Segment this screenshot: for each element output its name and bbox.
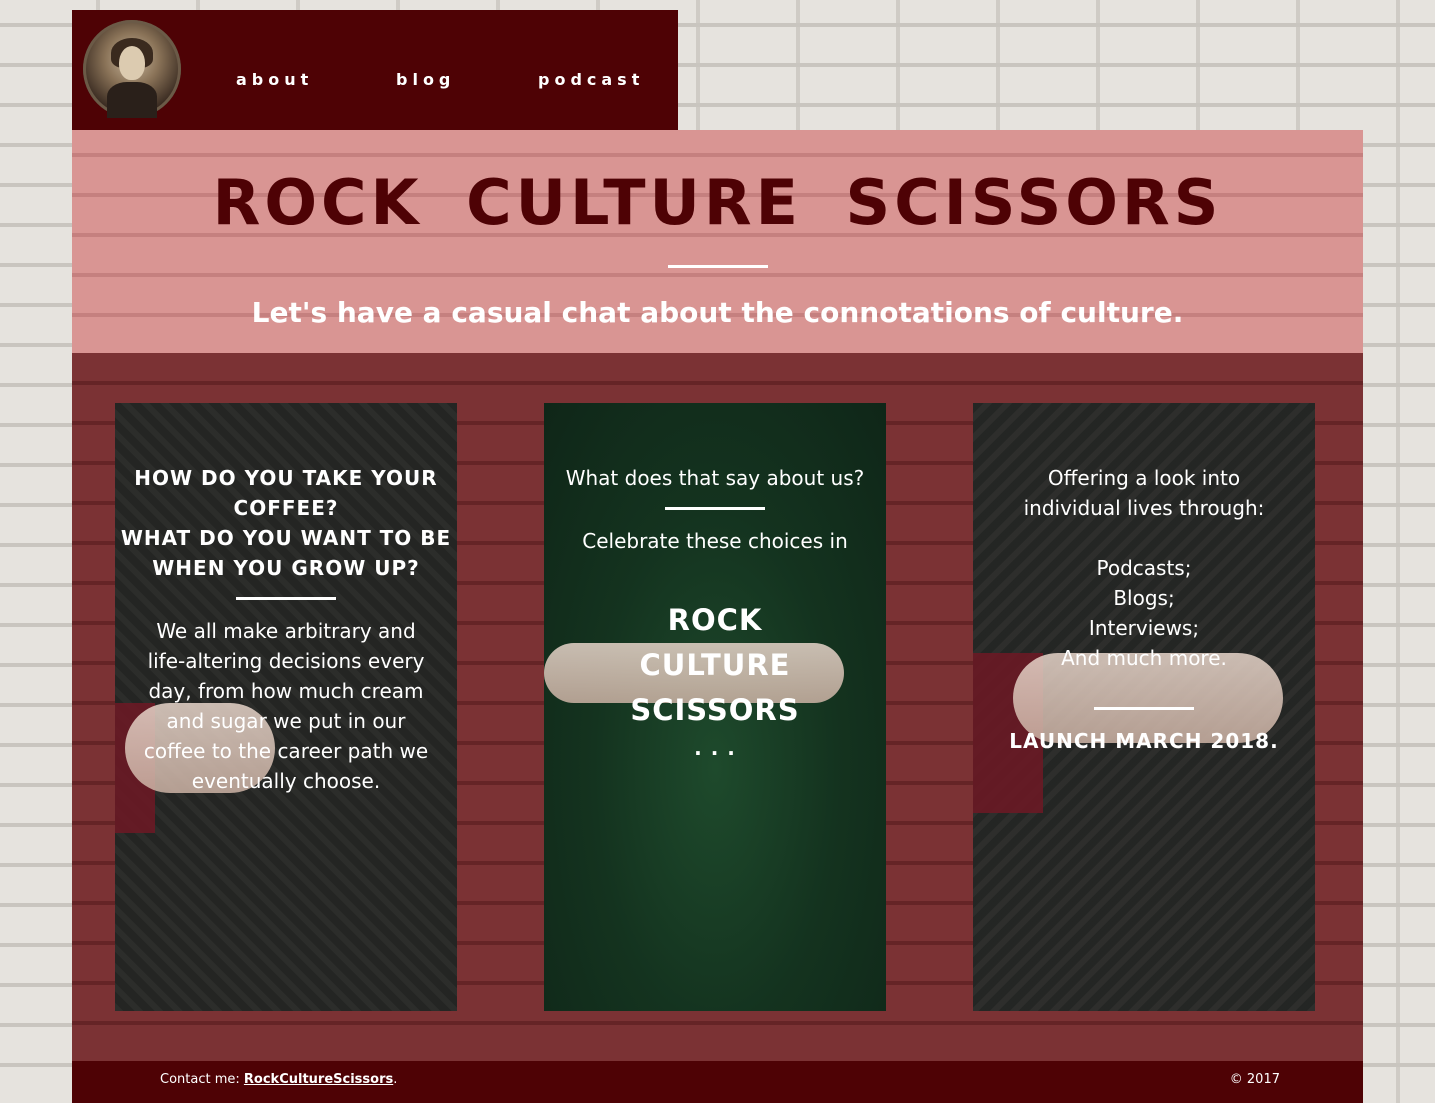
card-list-item: Interviews; [1088, 616, 1200, 640]
card-body-line: and sugar we put in our [166, 709, 406, 733]
avatar[interactable] [83, 20, 181, 118]
nav-link-podcast[interactable]: podcast [538, 70, 644, 89]
contact-period: . [393, 1072, 398, 1087]
card-heading-line: WHEN YOU GROW UP? [152, 556, 420, 580]
card-title-line: CULTURE [639, 648, 791, 682]
card-list-item: And much more. [1061, 646, 1227, 670]
nav-link-about[interactable]: about [236, 70, 313, 89]
card-intro: What does that say about us? [565, 466, 865, 490]
card-intro-line: Offering a look into [1047, 466, 1241, 490]
launch-text: LAUNCH MARCH 2018. [1009, 729, 1279, 753]
card-divider [1094, 707, 1194, 710]
card-heading-line: COFFEE? [233, 496, 339, 520]
footer-contact: Contact me: RockCultureScissors. [160, 1072, 397, 1087]
card-title-line: ROCK [667, 603, 763, 637]
card-body-line: eventually choose. [191, 769, 381, 793]
contact-label: Contact me: [160, 1072, 240, 1087]
card-heading-line: WHAT DO YOU WANT TO BE [120, 526, 452, 550]
card-ellipsis: . . . [694, 736, 736, 760]
card-body-line: life-altering decisions every [147, 649, 425, 673]
footer: Contact me: RockCultureScissors. © 2017 [72, 1061, 1363, 1103]
card-divider [665, 507, 765, 510]
hero-divider [668, 265, 768, 268]
site-title: ROCK CULTURE SCISSORS [212, 166, 1223, 239]
card-title-line: SCISSORS [630, 693, 800, 727]
avatar-face [119, 46, 145, 80]
card-intro-line: individual lives through: [1023, 496, 1265, 520]
avatar-body [107, 82, 157, 118]
card-coffee: HOW DO YOU TAKE YOUR COFFEE? WHAT DO YOU… [115, 403, 457, 1011]
tagline: Let's have a casual chat about the conno… [251, 296, 1184, 329]
card-celebrate: What does that say about us? Celebrate t… [544, 403, 886, 1011]
card-body-line: We all make arbitrary and [156, 619, 416, 643]
contact-link[interactable]: RockCultureScissors [244, 1072, 393, 1087]
card-divider [236, 597, 336, 600]
top-nav: about blog podcast [72, 10, 678, 130]
main-section: HOW DO YOU TAKE YOUR COFFEE? WHAT DO YOU… [72, 353, 1363, 1061]
card-celebrate-text: Celebrate these choices in [582, 529, 848, 553]
card-body-line: day, from how much cream [148, 679, 424, 703]
copyright: © 2017 [1229, 1072, 1280, 1087]
hero-section: ROCK CULTURE SCISSORS Let's have a casua… [72, 130, 1363, 353]
nav-link-blog[interactable]: blog [396, 70, 455, 89]
card-heading-line: HOW DO YOU TAKE YOUR [134, 466, 438, 490]
card-body-line: coffee to the career path we [143, 739, 429, 763]
card-list-item: Blogs; [1113, 586, 1175, 610]
card-offering: Offering a look into individual lives th… [973, 403, 1315, 1011]
card-list-item: Podcasts; [1096, 556, 1192, 580]
